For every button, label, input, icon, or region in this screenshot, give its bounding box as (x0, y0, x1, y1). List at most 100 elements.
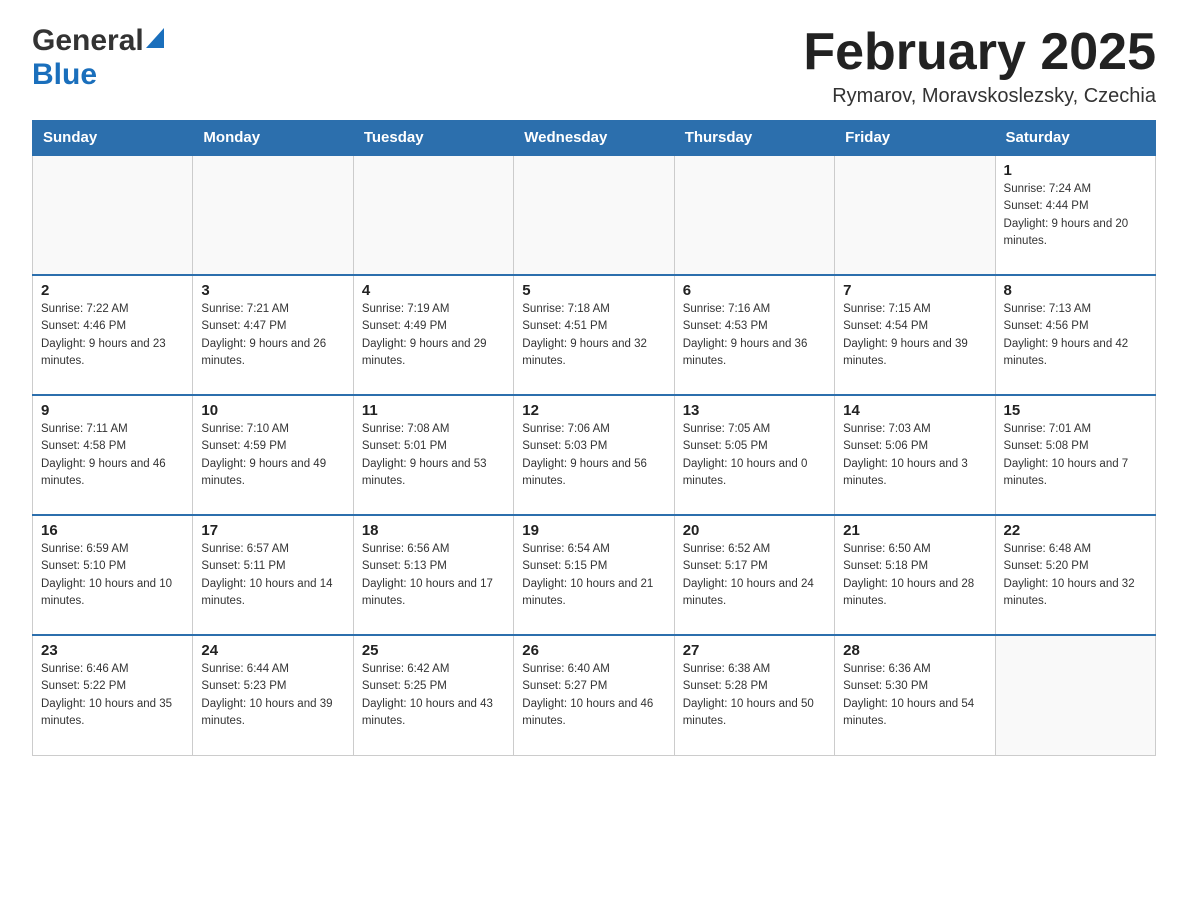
day-number: 14 (843, 402, 986, 419)
day-number: 4 (362, 282, 505, 299)
weekday-header-monday: Monday (193, 121, 353, 156)
day-info: Sunrise: 6:42 AMSunset: 5:25 PMDaylight:… (362, 661, 505, 730)
day-number: 5 (522, 282, 665, 299)
calendar-cell: 27 Sunrise: 6:38 AMSunset: 5:28 PMDayligh… (674, 635, 834, 755)
day-info: Sunrise: 7:08 AMSunset: 5:01 PMDaylight:… (362, 421, 505, 490)
day-number: 18 (362, 522, 505, 539)
location-text: Rymarov, Moravskoslezsky, Czechia (803, 85, 1156, 108)
day-info: Sunrise: 7:22 AMSunset: 4:46 PMDaylight:… (41, 301, 184, 370)
calendar-table: SundayMondayTuesdayWednesdayThursdayFrid… (32, 120, 1156, 756)
day-info: Sunrise: 7:15 AMSunset: 4:54 PMDaylight:… (843, 301, 986, 370)
calendar-cell: 11Sunrise: 7:08 AMSunset: 5:01 PMDayligh… (353, 395, 513, 515)
calendar-cell: 21 Sunrise: 6:50 AMSunset: 5:18 PMDayligh… (835, 515, 995, 635)
day-number: 22 (1004, 522, 1147, 539)
weekday-header-friday: Friday (835, 121, 995, 156)
day-number: 25 (362, 642, 505, 659)
calendar-cell: 20 Sunrise: 6:52 AMSunset: 5:17 PMDayligh… (674, 515, 834, 635)
day-info: Sunrise: 7:24 AMSunset: 4:44 PMDaylight:… (1004, 181, 1147, 250)
day-info: Sunrise: 7:19 AMSunset: 4:49 PMDaylight:… (362, 301, 505, 370)
calendar-cell: 3 Sunrise: 7:21 AMSunset: 4:47 PMDaylight… (193, 275, 353, 395)
weekday-header-tuesday: Tuesday (353, 121, 513, 156)
day-number: 15 (1004, 402, 1147, 419)
day-info: Sunrise: 7:11 AMSunset: 4:58 PMDaylight:… (41, 421, 184, 490)
day-number: 3 (201, 282, 344, 299)
day-info: Sunrise: 6:57 AMSunset: 5:11 PMDaylight:… (201, 541, 344, 610)
calendar-cell: 25 Sunrise: 6:42 AMSunset: 5:25 PMDayligh… (353, 635, 513, 755)
day-number: 9 (41, 402, 184, 419)
day-info: Sunrise: 6:40 AMSunset: 5:27 PMDaylight:… (522, 661, 665, 730)
calendar-cell: 9 Sunrise: 7:11 AMSunset: 4:58 PMDaylight… (33, 395, 193, 515)
day-info: Sunrise: 6:56 AMSunset: 5:13 PMDaylight:… (362, 541, 505, 610)
calendar-header-row: SundayMondayTuesdayWednesdayThursdayFrid… (33, 121, 1156, 156)
calendar-cell: 10 Sunrise: 7:10 AMSunset: 4:59 PMDayligh… (193, 395, 353, 515)
day-info: Sunrise: 7:16 AMSunset: 4:53 PMDaylight:… (683, 301, 826, 370)
day-info: Sunrise: 7:05 AMSunset: 5:05 PMDaylight:… (683, 421, 826, 490)
day-number: 26 (522, 642, 665, 659)
day-info: Sunrise: 7:13 AMSunset: 4:56 PMDaylight:… (1004, 301, 1147, 370)
day-number: 8 (1004, 282, 1147, 299)
calendar-cell: 7 Sunrise: 7:15 AMSunset: 4:54 PMDaylight… (835, 275, 995, 395)
day-number: 23 (41, 642, 184, 659)
calendar-cell: 12Sunrise: 7:06 AMSunset: 5:03 PMDayligh… (514, 395, 674, 515)
calendar-cell: 24Sunrise: 6:44 AMSunset: 5:23 PMDayligh… (193, 635, 353, 755)
day-number: 6 (683, 282, 826, 299)
calendar-cell: 19 Sunrise: 6:54 AMSunset: 5:15 PMDayligh… (514, 515, 674, 635)
calendar-cell: 6 Sunrise: 7:16 AMSunset: 4:53 PMDaylight… (674, 275, 834, 395)
calendar-cell: 15 Sunrise: 7:01 AMSunset: 5:08 PMDayligh… (995, 395, 1155, 515)
calendar-cell (835, 155, 995, 275)
calendar-cell: 4 Sunrise: 7:19 AMSunset: 4:49 PMDaylight… (353, 275, 513, 395)
calendar-cell (353, 155, 513, 275)
calendar-cell: 22 Sunrise: 6:48 AMSunset: 5:20 PMDayligh… (995, 515, 1155, 635)
calendar-cell: 16 Sunrise: 6:59 AMSunset: 5:10 PMDayligh… (33, 515, 193, 635)
calendar-cell: 13 Sunrise: 7:05 AMSunset: 5:05 PMDayligh… (674, 395, 834, 515)
calendar-cell: 17 Sunrise: 6:57 AMSunset: 5:11 PMDayligh… (193, 515, 353, 635)
calendar-cell (674, 155, 834, 275)
day-number: 12 (522, 402, 665, 419)
logo-blue-text: Blue (32, 58, 97, 91)
day-info: Sunrise: 6:52 AMSunset: 5:17 PMDaylight:… (683, 541, 826, 610)
logo: General Blue (32, 24, 164, 92)
calendar-week-row: 23 Sunrise: 6:46 AMSunset: 5:22 PMDayligh… (33, 635, 1156, 755)
calendar-cell: 5 Sunrise: 7:18 AMSunset: 4:51 PMDaylight… (514, 275, 674, 395)
day-number: 10 (201, 402, 344, 419)
day-number: 17 (201, 522, 344, 539)
weekday-header-saturday: Saturday (995, 121, 1155, 156)
calendar-cell: 23 Sunrise: 6:46 AMSunset: 5:22 PMDayligh… (33, 635, 193, 755)
day-number: 19 (522, 522, 665, 539)
calendar-cell: 26 Sunrise: 6:40 AMSunset: 5:27 PMDayligh… (514, 635, 674, 755)
day-info: Sunrise: 6:46 AMSunset: 5:22 PMDaylight:… (41, 661, 184, 730)
day-number: 21 (843, 522, 986, 539)
day-info: Sunrise: 7:10 AMSunset: 4:59 PMDaylight:… (201, 421, 344, 490)
weekday-header-wednesday: Wednesday (514, 121, 674, 156)
day-number: 2 (41, 282, 184, 299)
calendar-cell: 14Sunrise: 7:03 AMSunset: 5:06 PMDayligh… (835, 395, 995, 515)
month-title: February 2025 (803, 24, 1156, 81)
logo-arrow-icon (146, 28, 164, 53)
weekday-header-thursday: Thursday (674, 121, 834, 156)
day-info: Sunrise: 6:54 AMSunset: 5:15 PMDaylight:… (522, 541, 665, 610)
day-info: Sunrise: 7:21 AMSunset: 4:47 PMDaylight:… (201, 301, 344, 370)
page-header: General Blue February 2025 Rymarov, Mora… (32, 24, 1156, 108)
day-info: Sunrise: 7:18 AMSunset: 4:51 PMDaylight:… (522, 301, 665, 370)
calendar-cell: 2 Sunrise: 7:22 AMSunset: 4:46 PMDaylight… (33, 275, 193, 395)
calendar-cell (995, 635, 1155, 755)
calendar-cell: 8 Sunrise: 7:13 AMSunset: 4:56 PMDaylight… (995, 275, 1155, 395)
day-info: Sunrise: 6:38 AMSunset: 5:28 PMDaylight:… (683, 661, 826, 730)
calendar-cell (514, 155, 674, 275)
day-info: Sunrise: 6:48 AMSunset: 5:20 PMDaylight:… (1004, 541, 1147, 610)
day-info: Sunrise: 6:59 AMSunset: 5:10 PMDaylight:… (41, 541, 184, 610)
day-info: Sunrise: 7:01 AMSunset: 5:08 PMDaylight:… (1004, 421, 1147, 490)
weekday-header-sunday: Sunday (33, 121, 193, 156)
day-number: 13 (683, 402, 826, 419)
calendar-week-row: 1 Sunrise: 7:24 AMSunset: 4:44 PMDaylight… (33, 155, 1156, 275)
calendar-week-row: 2 Sunrise: 7:22 AMSunset: 4:46 PMDaylight… (33, 275, 1156, 395)
day-number: 7 (843, 282, 986, 299)
day-number: 27 (683, 642, 826, 659)
calendar-cell: 18 Sunrise: 6:56 AMSunset: 5:13 PMDayligh… (353, 515, 513, 635)
day-number: 1 (1004, 162, 1147, 179)
calendar-week-row: 9 Sunrise: 7:11 AMSunset: 4:58 PMDaylight… (33, 395, 1156, 515)
day-number: 24 (201, 642, 344, 659)
day-info: Sunrise: 6:50 AMSunset: 5:18 PMDaylight:… (843, 541, 986, 610)
day-number: 20 (683, 522, 826, 539)
day-number: 16 (41, 522, 184, 539)
